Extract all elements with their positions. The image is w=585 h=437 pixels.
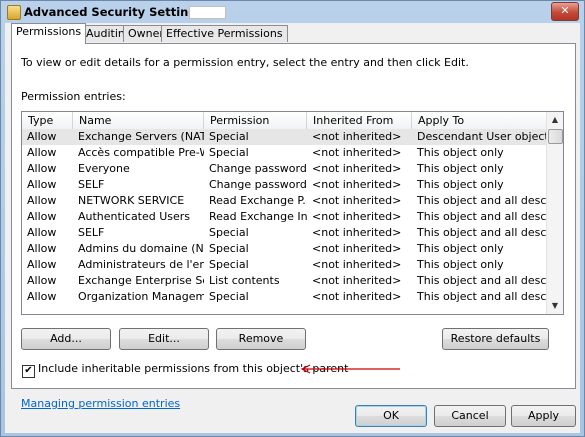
cell-name: SELF (78, 178, 105, 191)
cell-type: Allow (27, 178, 57, 191)
cell-permission: Special (209, 146, 249, 159)
table-row[interactable]: Allow Everyone Change password <not inherit… (22, 161, 548, 177)
cell-permission: Special (209, 242, 249, 255)
cell-type: Allow (27, 290, 57, 303)
restore-defaults-button[interactable]: Restore defaults (442, 328, 549, 350)
dialog-body: Permissions Auditing Owner Effective Per… (5, 23, 580, 433)
table-row[interactable]: Allow Accès compatible Pre-W... Special <no… (22, 145, 548, 161)
remove-button[interactable]: Remove (216, 328, 306, 350)
table-row[interactable]: Allow SELF Change password <not inherited> T… (22, 177, 548, 193)
cell-name: Exchange Enterprise Ser... (78, 274, 204, 287)
cell-permission: Special (209, 290, 249, 303)
scroll-thumb[interactable] (548, 129, 563, 144)
cell-inherited-from: <not inherited> (312, 178, 402, 191)
table-row[interactable]: Allow Exchange Enterprise Ser... List cont… (22, 273, 548, 289)
apply-button[interactable]: Apply (511, 405, 576, 427)
cell-type: Allow (27, 130, 57, 143)
red-arrow-annotation (300, 364, 400, 374)
cell-apply-to: This object only (417, 258, 504, 271)
instructions-text: To view or edit details for a permission… (21, 56, 469, 69)
scroll-up-icon[interactable]: ▲ (548, 112, 562, 128)
cell-type: Allow (27, 258, 57, 271)
redacted-object-name (189, 6, 226, 19)
title-bar[interactable]: Advanced Security Settings for ✕ (1, 1, 584, 23)
vertical-scrollbar[interactable]: ▲ ▼ (546, 112, 563, 314)
cell-permission: Change password (209, 162, 307, 175)
cell-name: Accès compatible Pre-W... (78, 146, 204, 159)
tab-permissions[interactable]: Permissions (11, 23, 87, 44)
cell-permission: Special (209, 130, 249, 143)
cell-apply-to: This object and all desce... (417, 194, 548, 207)
cell-permission: Read Exchange In... (209, 210, 307, 223)
cell-inherited-from: <not inherited> (312, 242, 402, 255)
cell-name: Administrateurs de l'entre... (78, 258, 204, 271)
managing-permission-entries-link[interactable]: Managing permission entries (21, 397, 180, 410)
cell-inherited-from: <not inherited> (312, 226, 402, 239)
table-row[interactable]: Allow Organization Manageme... Special <not… (22, 289, 548, 305)
close-button[interactable]: ✕ (551, 2, 579, 21)
column-header-apply-to[interactable]: Apply To (412, 112, 548, 129)
cancel-button[interactable]: Cancel (434, 405, 506, 427)
cell-name: Admins du domaine (NA... (78, 242, 204, 255)
table-row[interactable]: Allow Admins du domaine (NA... Special <not… (22, 241, 548, 257)
cell-inherited-from: <not inherited> (312, 162, 402, 175)
cell-name: SELF (78, 226, 105, 239)
cell-inherited-from: <not inherited> (312, 194, 402, 207)
cell-name: Authenticated Users (78, 210, 191, 223)
cell-apply-to: This object only (417, 178, 504, 191)
column-header-name[interactable]: Name (73, 112, 204, 129)
cell-inherited-from: <not inherited> (312, 258, 402, 271)
cell-type: Allow (27, 226, 57, 239)
cell-apply-to: This object only (417, 162, 504, 175)
cell-permission: List contents (209, 274, 280, 287)
cell-type: Allow (27, 274, 57, 287)
table-row[interactable]: Allow Administrateurs de l'entre... Specia… (22, 257, 548, 273)
cell-inherited-from: <not inherited> (312, 290, 402, 303)
table-row[interactable]: Allow Exchange Servers (NAT... Special <not… (22, 129, 548, 145)
cell-apply-to: This object and all desce... (417, 226, 548, 239)
ok-button[interactable]: OK (355, 405, 427, 427)
cell-permission: Change password (209, 178, 307, 191)
table-row[interactable]: Allow SELF Special <not inherited> This obje… (22, 225, 548, 241)
cell-name: NETWORK SERVICE (78, 194, 185, 207)
cell-apply-to: This object and all desce... (417, 274, 548, 287)
cell-inherited-from: <not inherited> (312, 130, 402, 143)
table-row[interactable]: Allow Authenticated Users Read Exchange In… (22, 209, 548, 225)
include-inheritable-checkbox[interactable]: ✔ (22, 365, 35, 378)
scroll-down-icon[interactable]: ▼ (548, 298, 562, 314)
cell-permission: Special (209, 226, 249, 239)
table-row[interactable]: Allow NETWORK SERVICE Read Exchange P... <n… (22, 193, 548, 209)
column-header-permission[interactable]: Permission (204, 112, 307, 129)
folder-icon (7, 5, 21, 20)
advanced-security-settings-window: Advanced Security Settings for ✕ Permiss… (0, 0, 585, 437)
column-header-inherited-from[interactable]: Inherited From (307, 112, 412, 129)
cell-apply-to: This object and all desce... (417, 290, 548, 303)
cell-inherited-from: <not inherited> (312, 210, 402, 223)
cell-inherited-from: <not inherited> (312, 274, 402, 287)
list-header: Type Name Permission Inherited From Appl… (22, 112, 548, 130)
cell-type: Allow (27, 146, 57, 159)
cell-type: Allow (27, 242, 57, 255)
cell-name: Organization Manageme... (78, 290, 204, 303)
cell-type: Allow (27, 162, 57, 175)
cell-inherited-from: <not inherited> (312, 146, 402, 159)
cell-type: Allow (27, 194, 57, 207)
cell-permission: Read Exchange P... (209, 194, 307, 207)
cell-name: Exchange Servers (NAT... (78, 130, 204, 143)
permission-entries-list[interactable]: Type Name Permission Inherited From Appl… (21, 111, 564, 315)
edit-button[interactable]: Edit... (119, 328, 209, 350)
permissions-tab-panel: To view or edit details for a permission… (11, 43, 576, 410)
cell-apply-to: This object and all desce... (417, 210, 548, 223)
cell-permission: Special (209, 258, 249, 271)
cell-apply-to: This object only (417, 242, 504, 255)
cell-apply-to: This object only (417, 146, 504, 159)
column-header-type[interactable]: Type (22, 112, 73, 129)
add-button[interactable]: Add... (21, 328, 111, 350)
permission-rows: Allow Exchange Servers (NAT... Special <not… (22, 129, 548, 314)
permission-entries-label: Permission entries: (21, 90, 126, 103)
tab-effective-permissions[interactable]: Effective Permissions (161, 25, 288, 42)
cell-type: Allow (27, 210, 57, 223)
cell-name: Everyone (78, 162, 130, 175)
cell-apply-to: Descendant User objects (417, 130, 548, 143)
